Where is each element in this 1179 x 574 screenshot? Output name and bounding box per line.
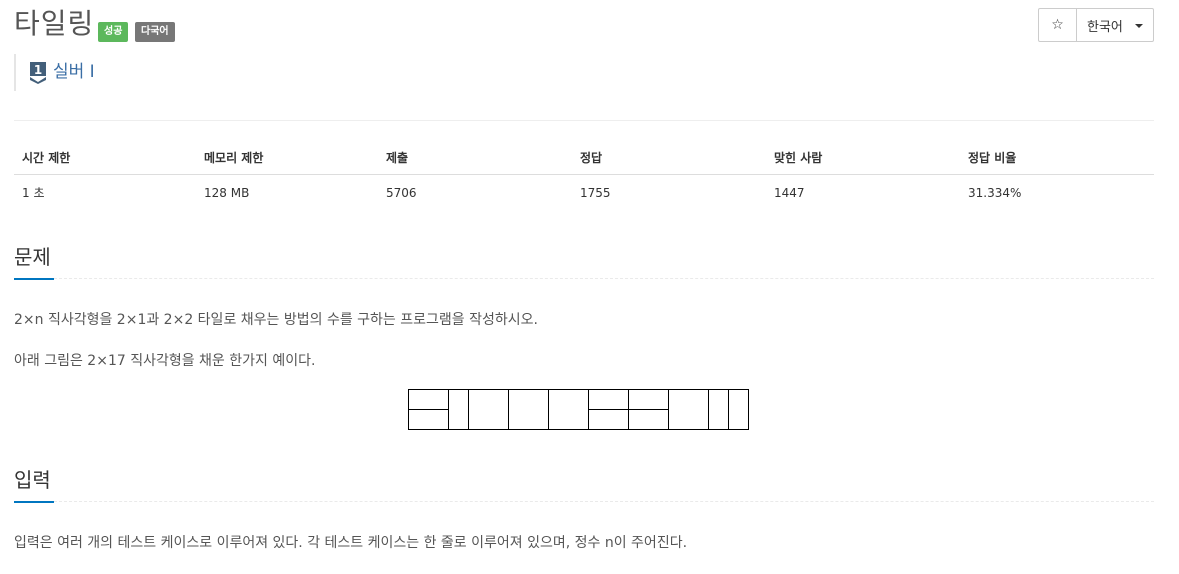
time-limit-value: 1 초 (22, 186, 45, 200)
problem-description-line: 2×n 직사각형을 2×1과 2×2 타일로 채우는 방법의 수를 구하는 프로… (14, 312, 538, 328)
page-title: 타일링 (14, 7, 95, 40)
input-description-line: 입력은 여러 개의 테스트 케이스로 이루어져 있다. 각 테스트 케이스는 한… (14, 535, 688, 551)
status-badge-success: 성공 (98, 22, 129, 42)
section-underline (14, 501, 54, 503)
solvers-value: 1447 (774, 185, 805, 200)
col-header-accept-ratio: 정답 비율 (960, 141, 1154, 175)
section-divider (54, 501, 1154, 502)
divider (14, 120, 1154, 121)
section-heading-problem: 문제 (14, 245, 51, 269)
star-button[interactable]: ☆ (1039, 9, 1077, 41)
section-divider (54, 278, 1154, 279)
col-header-submissions: 제출 (378, 141, 572, 175)
col-header-memory-limit: 메모리 제한 (196, 141, 378, 175)
problem-description-line: 아래 그림은 2×17 직사각형을 채운 한가지 예이다. (14, 353, 316, 369)
status-badge-multilang: 다국어 (135, 22, 175, 42)
caret-down-icon (1135, 24, 1143, 28)
problem-toolbar: ☆ 한국어 (1038, 8, 1154, 42)
accepted-value: 1755 (580, 185, 611, 200)
star-icon: ☆ (1051, 17, 1064, 33)
tiling-example-image (408, 389, 749, 430)
language-dropdown[interactable]: 한국어 (1077, 9, 1153, 41)
col-header-accepted: 정답 (572, 141, 766, 175)
section-underline (14, 278, 54, 280)
tier-icon-number: 1 (34, 63, 42, 77)
tier-block (14, 54, 16, 91)
problem-info-table: 시간 제한 메모리 제한 제출 정답 맞힌 사람 정답 비율 1 초 128 M… (14, 141, 1154, 210)
col-header-solvers: 맞힌 사람 (766, 141, 960, 175)
section-heading-input: 입력 (14, 468, 51, 492)
table-header-row: 시간 제한 메모리 제한 제출 정답 맞힌 사람 정답 비율 (14, 141, 1154, 175)
memory-limit-value: 128 MB (204, 185, 250, 200)
silver-tier-icon: 1 (30, 62, 46, 84)
col-header-time-limit: 시간 제한 (14, 141, 196, 175)
accept-ratio-value: 31.334% (968, 185, 1022, 200)
tier-label[interactable]: 실버 I (53, 61, 95, 83)
language-label: 한국어 (1087, 19, 1123, 35)
submissions-value: 5706 (386, 185, 417, 200)
table-row: 1 초 128 MB 5706 1755 1447 31.334% (14, 175, 1154, 211)
